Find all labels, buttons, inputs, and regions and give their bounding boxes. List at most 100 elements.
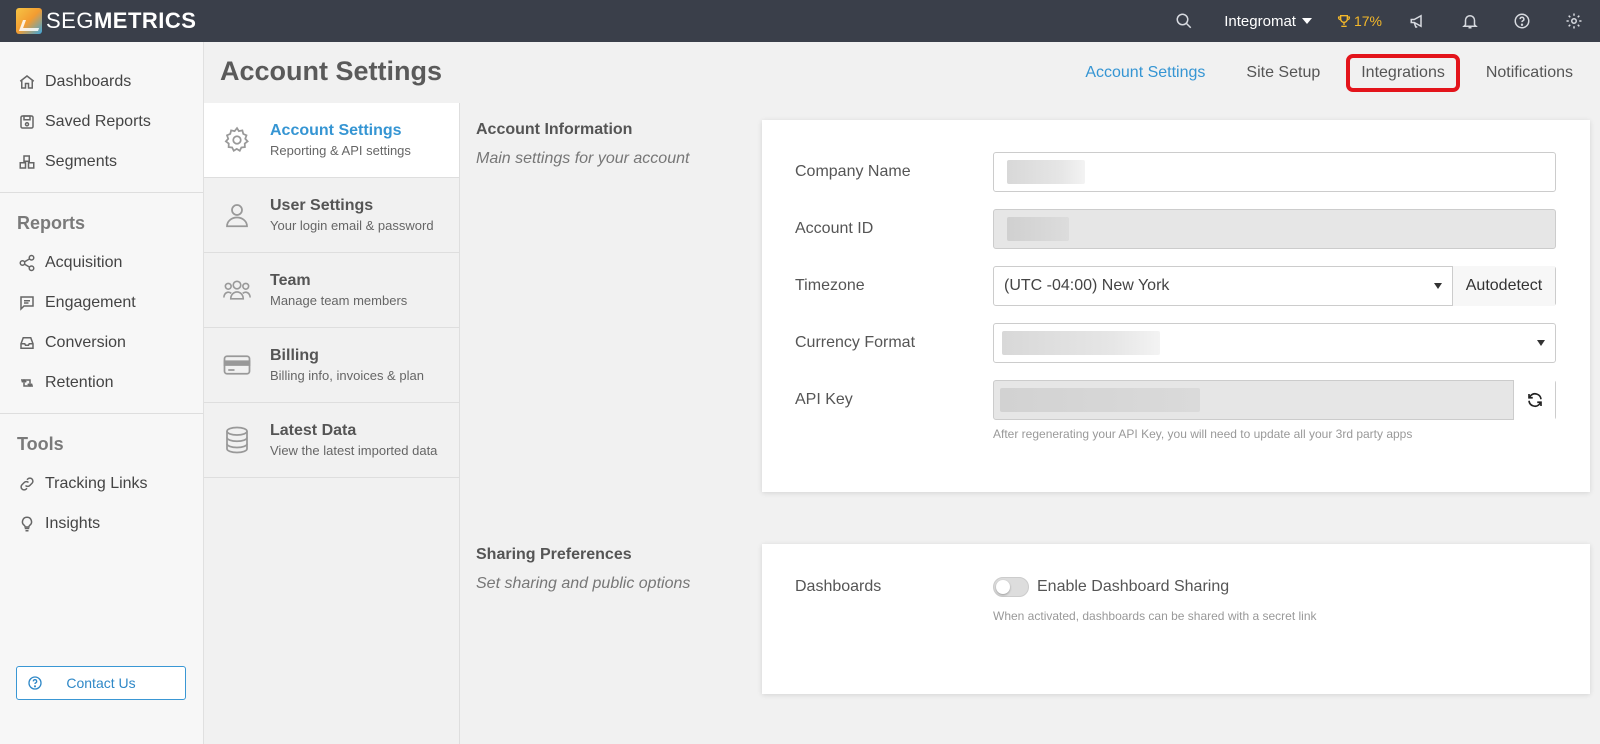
settings-subnav: Account Settings Reporting & API setting… [204,103,460,744]
segments-icon [19,155,35,169]
dashboards-sharing-row: Dashboards Enable Dashboard Sharing [795,577,1229,597]
api-key-help-text: After regenerating your API Key, you wil… [993,427,1413,441]
currency-row: Currency Format [795,323,1556,363]
timezone-select[interactable]: (UTC -04:00) New York Autodetect [993,266,1556,306]
sidebar-item-retention[interactable]: Retention [0,363,203,403]
share-icon [19,254,35,272]
user-icon [220,198,254,232]
sidebar-item-tracking-links[interactable]: Tracking Links [0,464,203,504]
lightbulb-icon [21,516,33,532]
field-label: API Key [795,391,853,408]
timezone-row: Timezone (UTC -04:00) New York Autodetec… [795,266,1556,306]
section-title: Sharing Preferences [476,546,632,563]
api-key-field [993,380,1556,420]
account-id-row: Account ID [795,209,1556,249]
section-title: Account Information [476,121,633,138]
save-icon [20,115,34,129]
sidebar-divider [0,413,203,414]
logo-chart-icon [16,8,42,34]
dashboard-sharing-toggle[interactable] [993,577,1029,597]
sidebar-item-conversion[interactable]: Conversion [0,323,203,363]
redacted-value [1007,160,1085,184]
comment-icon [20,296,34,311]
subnav-title: Team [270,272,311,289]
redacted-value [1002,331,1160,355]
sidebar-section-tools: Tools [17,433,64,454]
subnav-title: User Settings [270,197,374,214]
bell-icon[interactable] [1444,0,1496,42]
retweet-icon [21,378,33,388]
subnav-desc: Your login email & password [270,218,434,233]
field-label: Account ID [795,220,874,237]
search-icon[interactable] [1158,0,1210,42]
api-key-row: API Key [795,380,1556,420]
toggle-label: Enable Dashboard Sharing [1037,578,1230,595]
settings-tabs: Account Settings Site Setup Integrations… [1059,54,1588,92]
database-icon [220,423,254,457]
subnav-title: Billing [270,347,319,364]
chevron-down-icon [1537,340,1545,346]
contact-us-label: Contact Us [66,675,136,691]
sidebar: Dashboards Saved Reports Segments Report… [0,42,204,744]
subnav-item-user-settings[interactable]: User Settings Your login email & passwor… [204,178,459,253]
tab-account-settings[interactable]: Account Settings [1070,54,1220,92]
subnav-item-account-settings[interactable]: Account Settings Reporting & API setting… [204,103,459,178]
field-label: Company Name [795,163,911,180]
subnav-item-latest-data[interactable]: Latest Data View the latest imported dat… [204,403,459,478]
account-id-field [993,209,1556,249]
sidebar-item-acquisition[interactable]: Acquisition [0,243,203,283]
field-label: Timezone [795,277,865,294]
credit-card-icon [220,348,254,382]
sidebar-divider [0,192,203,193]
subnav-desc: Reporting & API settings [270,143,411,158]
home-icon [19,75,35,89]
sidebar-item-insights[interactable]: Insights [0,504,203,544]
currency-format-select[interactable] [993,323,1556,363]
chevron-down-icon [1301,18,1312,24]
sharing-header: Sharing Preferences Set sharing and publ… [476,546,690,593]
subnav-title: Latest Data [270,422,357,439]
autodetect-button[interactable]: Autodetect [1452,266,1555,306]
inbox-icon [20,337,34,349]
subnav-desc: View the latest imported data [270,443,438,458]
redacted-value [1000,388,1200,412]
sidebar-section-reports: Reports [17,212,86,233]
timezone-value: (UTC -04:00) New York [1004,277,1170,294]
account-switcher[interactable]: Integromat [1210,13,1326,30]
regenerate-api-key-button[interactable] [1513,380,1555,420]
sidebar-item-engagement[interactable]: Engagement [0,283,203,323]
section-subtitle: Set sharing and public options [476,575,691,592]
contact-us-button[interactable]: Contact Us [16,666,186,700]
help-icon[interactable] [1496,0,1548,42]
company-name-field[interactable] [993,152,1556,192]
megaphone-icon[interactable] [1392,0,1444,42]
account-info-header: Account Information Main settings for yo… [476,121,689,168]
subnav-desc: Manage team members [270,293,408,308]
subnav-item-billing[interactable]: Billing Billing info, invoices & plan [204,328,459,403]
help-icon [28,676,42,690]
account-name: Integromat [1224,12,1296,30]
subnav-title: Account Settings [270,122,402,139]
sidebar-item-segments[interactable]: Segments [0,142,203,182]
account-info-card: Company Name Account ID Timezone (UTC -0… [762,120,1590,492]
sidebar-item-saved-reports[interactable]: Saved Reports [0,102,203,142]
tab-site-setup[interactable]: Site Setup [1231,54,1335,92]
progress-label: 17% [1353,13,1382,29]
redacted-value [1007,217,1069,241]
link-icon [20,477,34,491]
brand-name: SEGMETRICS [46,8,197,33]
sidebar-item-dashboards[interactable]: Dashboards [0,62,203,102]
subnav-item-team[interactable]: Team Manage team members [204,253,459,328]
subnav-desc: Billing info, invoices & plan [270,368,424,383]
setup-progress[interactable]: 17% [1326,13,1392,29]
brand-logo[interactable]: SEGMETRICS [16,0,196,42]
tab-integrations[interactable]: Integrations [1346,54,1460,92]
tab-notifications[interactable]: Notifications [1471,54,1588,92]
chevron-down-icon [1434,283,1442,289]
refresh-icon [1527,393,1542,407]
sharing-help-text: When activated, dashboards can be shared… [993,609,1317,623]
field-label: Currency Format [795,334,916,351]
sharing-card: Dashboards Enable Dashboard Sharing When… [762,544,1590,694]
gear-icon[interactable] [1548,0,1600,42]
company-name-row: Company Name [795,152,1556,192]
